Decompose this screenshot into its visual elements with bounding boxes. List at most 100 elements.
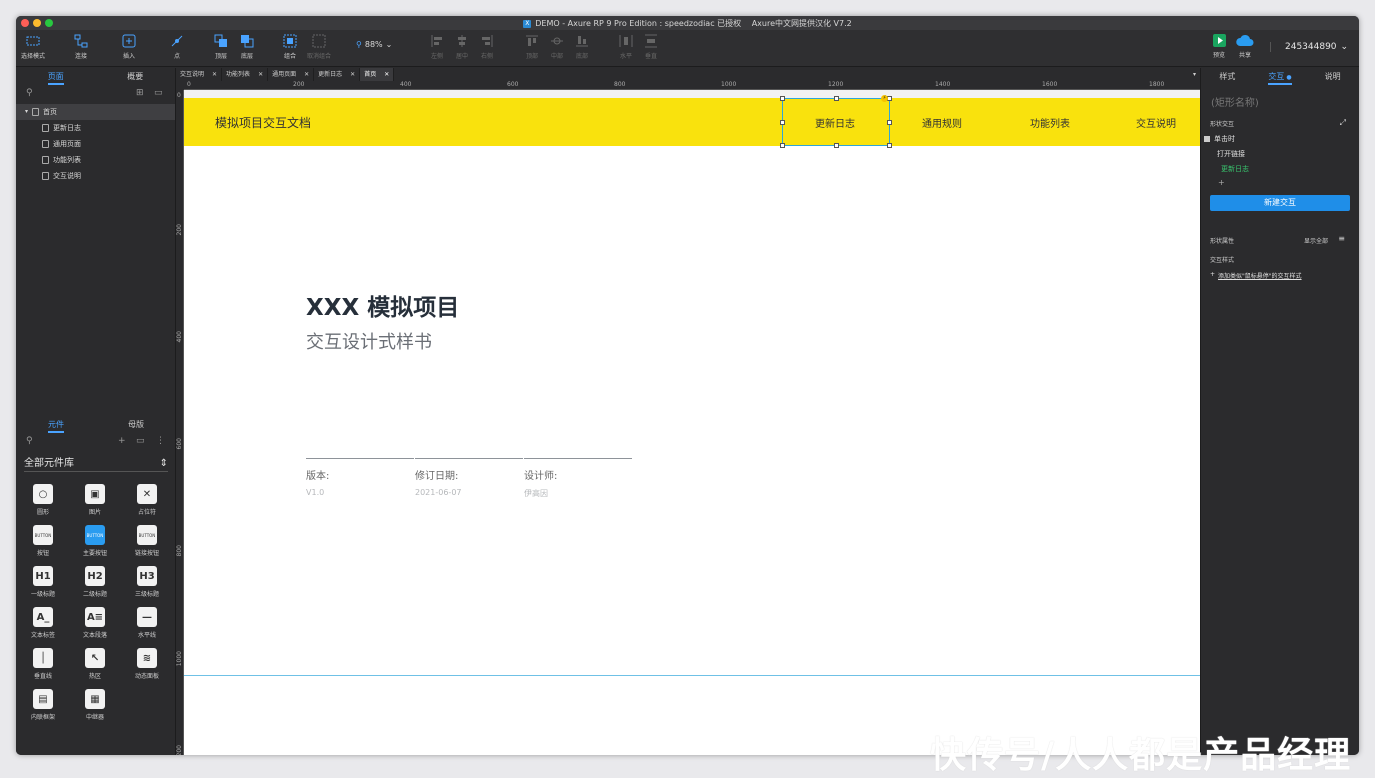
ungroup-button[interactable]: 取消组合 bbox=[299, 34, 339, 60]
insert-button[interactable]: 插入 bbox=[109, 34, 149, 60]
zoom-select[interactable]: ⚲ 88% ⌄ bbox=[356, 40, 392, 49]
library-select[interactable]: 全部元件库 ⇕ bbox=[24, 456, 168, 472]
tab-features-doc[interactable]: 功能列表 ✕ bbox=[222, 68, 269, 81]
interaction-bolt-icon[interactable]: ⚡ bbox=[881, 95, 888, 102]
page-item-common[interactable]: 通用页面 bbox=[16, 136, 175, 152]
add-interaction-style-link[interactable]: + 添加类似"鼠标悬停"的交互样式 bbox=[1210, 271, 1359, 280]
point-button[interactable]: 点 bbox=[157, 34, 197, 60]
nav-item-rules[interactable]: 通用规则 bbox=[922, 115, 962, 130]
widget-item[interactable]: — 水平线 bbox=[121, 607, 173, 639]
shape-name-input[interactable]: (矩形名称) bbox=[1211, 94, 1349, 109]
align-right-button[interactable]: 右侧 bbox=[467, 34, 507, 60]
send-back-button[interactable]: 底层 bbox=[227, 34, 267, 60]
selection-box[interactable]: ⚡ bbox=[780, 95, 892, 148]
interaction-styles-header: 交互样式 bbox=[1210, 257, 1235, 264]
widget-label: 二级标题 bbox=[82, 591, 107, 598]
tab-pages[interactable]: 页面 bbox=[16, 68, 96, 86]
widget-item[interactable]: ▣ 图片 bbox=[69, 484, 121, 516]
close-icon[interactable]: ✕ bbox=[212, 68, 217, 81]
search-icon[interactable]: ⚲ bbox=[26, 88, 33, 98]
widget-item[interactable]: H3 三级标题 bbox=[121, 566, 173, 598]
show-all-link[interactable]: 显示全部 bbox=[1304, 236, 1328, 245]
close-icon[interactable]: ✕ bbox=[258, 68, 263, 81]
tabs-overflow-icon[interactable]: ▾ bbox=[1193, 68, 1196, 81]
widget-item[interactable]: ≋ 动态面板 bbox=[121, 648, 173, 680]
add-folder-icon[interactable]: ▭ bbox=[154, 88, 163, 98]
widget-icon: ↖ bbox=[85, 648, 105, 668]
widget-item[interactable]: ▤ 内联框架 bbox=[17, 689, 69, 721]
tab-interactions[interactable]: 交互 ● bbox=[1254, 68, 1307, 86]
widget-grid: ○ 圆形 ▣ 图片 ✕ 占位符 BUTTON 按钮 BUTTON 主要按钮 BUTTON 链接按钮 H1… bbox=[16, 476, 176, 721]
menu-icon[interactable]: ≡ bbox=[1338, 234, 1345, 243]
resize-handle[interactable] bbox=[887, 120, 892, 125]
tab-style[interactable]: 样式 bbox=[1201, 68, 1254, 86]
zoom-light[interactable] bbox=[45, 19, 53, 27]
connect-button[interactable]: 连接 bbox=[61, 34, 101, 60]
nav-item-features[interactable]: 功能列表 bbox=[1030, 115, 1070, 130]
widget-item[interactable]: A≡ 文本段落 bbox=[69, 607, 121, 639]
distribute-v-button[interactable]: 垂直 bbox=[631, 34, 671, 60]
widget-item[interactable]: ▦ 中继器 bbox=[69, 689, 121, 721]
widget-icon: H1 bbox=[33, 566, 53, 586]
account-menu[interactable]: 245344890 ⌄ bbox=[1270, 42, 1348, 52]
resize-handle[interactable] bbox=[780, 120, 785, 125]
add-page-icon[interactable]: ⊞ bbox=[136, 88, 144, 98]
share-button[interactable]: 共享 bbox=[1230, 34, 1260, 59]
tab-interaction-doc[interactable]: 交互说明 ✕ bbox=[176, 68, 223, 81]
widget-icon: H2 bbox=[85, 566, 105, 586]
widget-label: 图片 bbox=[88, 509, 101, 516]
resize-handle[interactable] bbox=[780, 96, 785, 101]
action-row[interactable]: 打开链接 bbox=[1217, 149, 1359, 159]
widget-item[interactable]: ✕ 占位符 bbox=[121, 484, 173, 516]
close-icon[interactable]: ✕ bbox=[304, 68, 309, 81]
select-mode-button[interactable]: 选择模式 bbox=[16, 34, 53, 60]
widget-item[interactable]: │ 垂直线 bbox=[17, 648, 69, 680]
widget-icon: BUTTON bbox=[33, 525, 53, 545]
guide-line[interactable] bbox=[184, 675, 1200, 676]
resize-handle[interactable] bbox=[887, 143, 892, 148]
resize-handle[interactable] bbox=[834, 143, 839, 148]
resize-handle[interactable] bbox=[780, 143, 785, 148]
more-icon[interactable]: ⋮ bbox=[156, 436, 165, 446]
close-icon[interactable]: ✕ bbox=[350, 68, 355, 81]
align-bottom-button[interactable]: 底部 bbox=[562, 34, 602, 60]
tab-changelog-doc[interactable]: 更新日志 ✕ bbox=[314, 68, 361, 81]
caret-down-icon: ▾ bbox=[25, 108, 29, 115]
page-icon bbox=[42, 156, 49, 164]
minimize-light[interactable] bbox=[33, 19, 41, 27]
resize-handle[interactable] bbox=[834, 96, 839, 101]
tab-masters[interactable]: 母版 bbox=[96, 416, 176, 434]
close-icon[interactable]: ✕ bbox=[384, 68, 389, 81]
widget-item[interactable]: BUTTON 链接按钮 bbox=[121, 525, 173, 557]
tab-widgets[interactable]: 元件 bbox=[16, 416, 96, 434]
widget-item[interactable]: ↖ 热区 bbox=[69, 648, 121, 680]
nav-item-interaction[interactable]: 交互说明 bbox=[1136, 115, 1176, 130]
widget-item[interactable]: H1 一级标题 bbox=[17, 566, 69, 598]
nav-title: 模拟项目交互文档 bbox=[215, 116, 312, 130]
close-light[interactable] bbox=[21, 19, 29, 27]
page-item-changelog[interactable]: 更新日志 bbox=[16, 120, 175, 136]
action-target[interactable]: 更新日志 bbox=[1221, 164, 1359, 174]
expand-icon[interactable]: ⤢ bbox=[1340, 118, 1346, 128]
tab-common-doc[interactable]: 通用页面 ✕ bbox=[268, 68, 315, 81]
add-library-icon[interactable]: + bbox=[118, 436, 126, 446]
tab-home-doc[interactable]: 首页 ✕ bbox=[360, 68, 395, 81]
widget-item[interactable]: A_ 文本标签 bbox=[17, 607, 69, 639]
chevron-down-icon: ⌄ bbox=[1340, 42, 1349, 52]
widget-item[interactable]: H2 二级标题 bbox=[69, 566, 121, 598]
widget-item[interactable]: BUTTON 主要按钮 bbox=[69, 525, 121, 557]
design-canvas[interactable]: 模拟项目交互文档 更新日志 通用规则 功能列表 交互说明 ⚡ XXX 模拟项目 … bbox=[184, 90, 1200, 755]
widget-item[interactable]: BUTTON 按钮 bbox=[17, 525, 69, 557]
page-item-home[interactable]: ▾ 首页 bbox=[16, 104, 175, 120]
prototype-navbar[interactable]: 模拟项目交互文档 更新日志 通用规则 功能列表 交互说明 bbox=[184, 98, 1200, 146]
widget-item[interactable]: ○ 圆形 bbox=[17, 484, 69, 516]
page-item-features[interactable]: 功能列表 bbox=[16, 152, 175, 168]
tab-notes[interactable]: 说明 bbox=[1306, 68, 1359, 86]
event-row[interactable]: 单击时 bbox=[1204, 134, 1359, 144]
add-action-button[interactable]: + bbox=[1218, 178, 1359, 187]
new-interaction-button[interactable]: 新建交互 bbox=[1210, 195, 1350, 211]
page-item-interaction[interactable]: 交互说明 bbox=[16, 168, 175, 184]
tab-outline[interactable]: 概要 bbox=[96, 68, 176, 86]
search-icon[interactable]: ⚲ bbox=[26, 436, 33, 446]
library-menu-icon[interactable]: ▭ bbox=[136, 436, 145, 446]
